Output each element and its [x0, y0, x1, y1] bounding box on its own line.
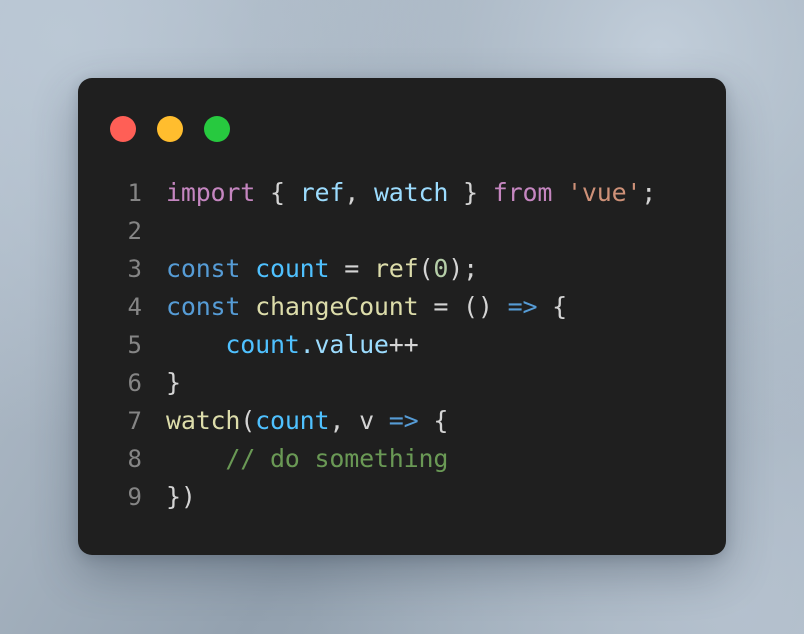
token-identifier-count: count — [240, 254, 345, 283]
line-number: 3 — [127, 255, 142, 283]
line-content: const count = ref(0); — [166, 250, 478, 288]
token-comma: , — [329, 406, 360, 435]
line-content: }) — [166, 478, 196, 516]
code-line: 9 }) — [100, 478, 726, 516]
code-line: 4 const changeCount = () => { — [100, 288, 726, 326]
token-property-value: .value — [299, 330, 389, 359]
token-brace-open: { — [537, 292, 568, 321]
line-number: 4 — [127, 293, 142, 321]
token-close-call: }) — [166, 482, 196, 511]
token-brace-open: { — [418, 406, 449, 435]
line-number: 9 — [127, 483, 142, 511]
token-parens: () — [463, 292, 508, 321]
token-arrow: => — [507, 292, 538, 321]
window-titlebar — [110, 116, 230, 142]
token-keyword-const: const — [166, 292, 241, 321]
code-line: 6 } — [100, 364, 726, 402]
token-brace-close: } — [166, 368, 181, 397]
token-function-watch: watch — [166, 406, 241, 435]
token-increment: ++ — [388, 330, 419, 359]
line-content: count.value++ — [166, 326, 418, 364]
token-keyword-import: import — [166, 178, 256, 207]
token-brace-open: { — [255, 178, 300, 207]
token-assign: = — [344, 254, 374, 283]
line-content: const changeCount = () => { — [166, 288, 567, 326]
token-assign: = — [433, 292, 464, 321]
token-function-ref: ref — [373, 254, 419, 283]
token-identifier-watch: watch — [373, 178, 449, 207]
token-arrow: => — [388, 406, 419, 435]
code-snippet-window: 1 import { ref, watch } from 'vue'; 2 3 … — [78, 78, 726, 555]
code-editor-area[interactable]: 1 import { ref, watch } from 'vue'; 2 3 … — [78, 174, 726, 516]
code-line: 1 import { ref, watch } from 'vue'; — [100, 174, 726, 212]
token-keyword-const: const — [166, 254, 241, 283]
code-line: 2 — [100, 212, 726, 250]
line-number: 5 — [127, 331, 142, 359]
token-string-vue: 'vue' — [567, 178, 642, 207]
token-semicolon: ; — [641, 178, 657, 207]
code-line: 7 watch(count, v => { — [100, 402, 726, 440]
code-line: 8 // do something — [100, 440, 726, 478]
token-identifier-ref: ref — [299, 178, 345, 207]
token-identifier-count: count — [225, 330, 300, 359]
token-brace-close: } — [448, 178, 493, 207]
desktop-background: 1 import { ref, watch } from 'vue'; 2 3 … — [0, 0, 804, 634]
line-content: // do something — [166, 440, 448, 478]
maximize-window-dot[interactable] — [204, 116, 230, 142]
line-content: } — [166, 364, 181, 402]
token-function-changecount: changeCount — [240, 292, 434, 321]
token-identifier-count: count — [255, 406, 330, 435]
line-number: 1 — [127, 179, 142, 207]
token-comma: , — [344, 178, 374, 207]
line-number: 7 — [127, 407, 142, 435]
minimize-window-dot[interactable] — [157, 116, 183, 142]
close-window-dot[interactable] — [110, 116, 136, 142]
token-keyword-from: from — [492, 178, 553, 207]
token-paren-close: ); — [448, 254, 478, 283]
token-number-zero: 0 — [433, 254, 449, 283]
token-param-v: v — [359, 406, 389, 435]
token-paren-open: ( — [418, 254, 434, 283]
code-line: 3 const count = ref(0); — [100, 250, 726, 288]
token-paren-open: ( — [240, 406, 256, 435]
line-number: 2 — [127, 217, 142, 245]
code-line: 5 count.value++ — [100, 326, 726, 364]
line-content: import { ref, watch } from 'vue'; — [166, 174, 656, 212]
line-number: 6 — [127, 369, 142, 397]
token-comment: // do something — [225, 444, 449, 473]
line-content: watch(count, v => { — [166, 402, 448, 440]
line-number: 8 — [127, 445, 142, 473]
